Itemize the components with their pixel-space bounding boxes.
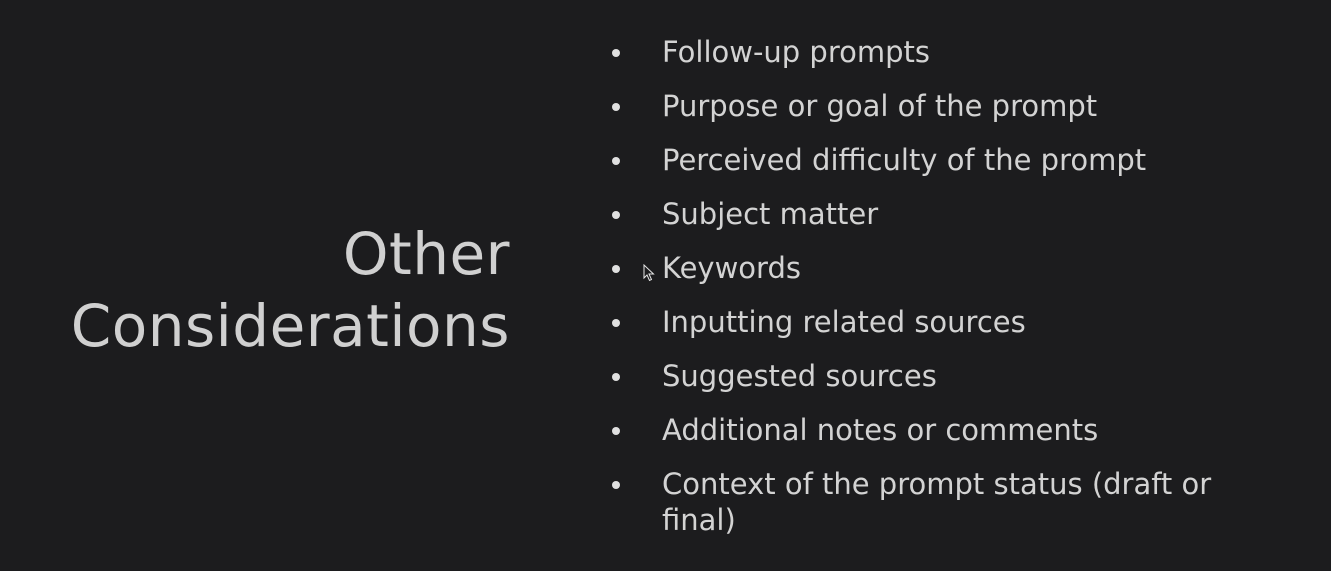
slide-title-line-1: Other [342, 220, 510, 288]
bullet-dot-icon [612, 211, 620, 219]
bullet-item-related-sources: Inputting related sources [608, 304, 1248, 340]
bullet-item-keywords: Keywords [608, 250, 1248, 286]
bullet-item-purpose: Purpose or goal of the prompt [608, 88, 1248, 124]
bullet-dot-icon [612, 373, 620, 381]
bullet-dot-icon [612, 481, 620, 489]
bullet-item-notes: Additional notes or comments [608, 412, 1248, 448]
bullet-dot-icon [612, 265, 620, 273]
bullet-text: Additional notes or comments [662, 413, 1099, 447]
slide: Other Considerations Follow-up prompts P… [0, 0, 1331, 571]
bullet-text: Perceived difficulty of the prompt [662, 143, 1147, 177]
bullet-text: Inputting related sources [662, 305, 1026, 339]
bullet-item-follow-up-prompts: Follow-up prompts [608, 34, 1248, 70]
bullet-text: Keywords [662, 251, 801, 285]
bullet-dot-icon [612, 103, 620, 111]
bullet-item-subject-matter: Subject matter [608, 196, 1248, 232]
bullet-item-suggested-sources: Suggested sources [608, 358, 1248, 394]
slide-title: Other Considerations [30, 218, 510, 362]
bullet-item-context-status: Context of the prompt status (draft or f… [608, 466, 1248, 538]
bullet-dot-icon [612, 427, 620, 435]
slide-title-line-2: Considerations [70, 292, 510, 360]
bullet-dot-icon [612, 157, 620, 165]
mouse-pointer-icon [643, 264, 655, 282]
bullet-list: Follow-up prompts Purpose or goal of the… [608, 34, 1248, 556]
bullet-text: Purpose or goal of the prompt [662, 89, 1098, 123]
bullet-text: Suggested sources [662, 359, 937, 393]
bullet-text: Subject matter [662, 197, 879, 231]
bullet-text: Follow-up prompts [662, 35, 931, 69]
bullet-text: Context of the prompt status (draft or f… [662, 467, 1212, 537]
bullet-dot-icon [612, 319, 620, 327]
bullet-item-difficulty: Perceived difficulty of the prompt [608, 142, 1248, 178]
bullet-dot-icon [612, 49, 620, 57]
